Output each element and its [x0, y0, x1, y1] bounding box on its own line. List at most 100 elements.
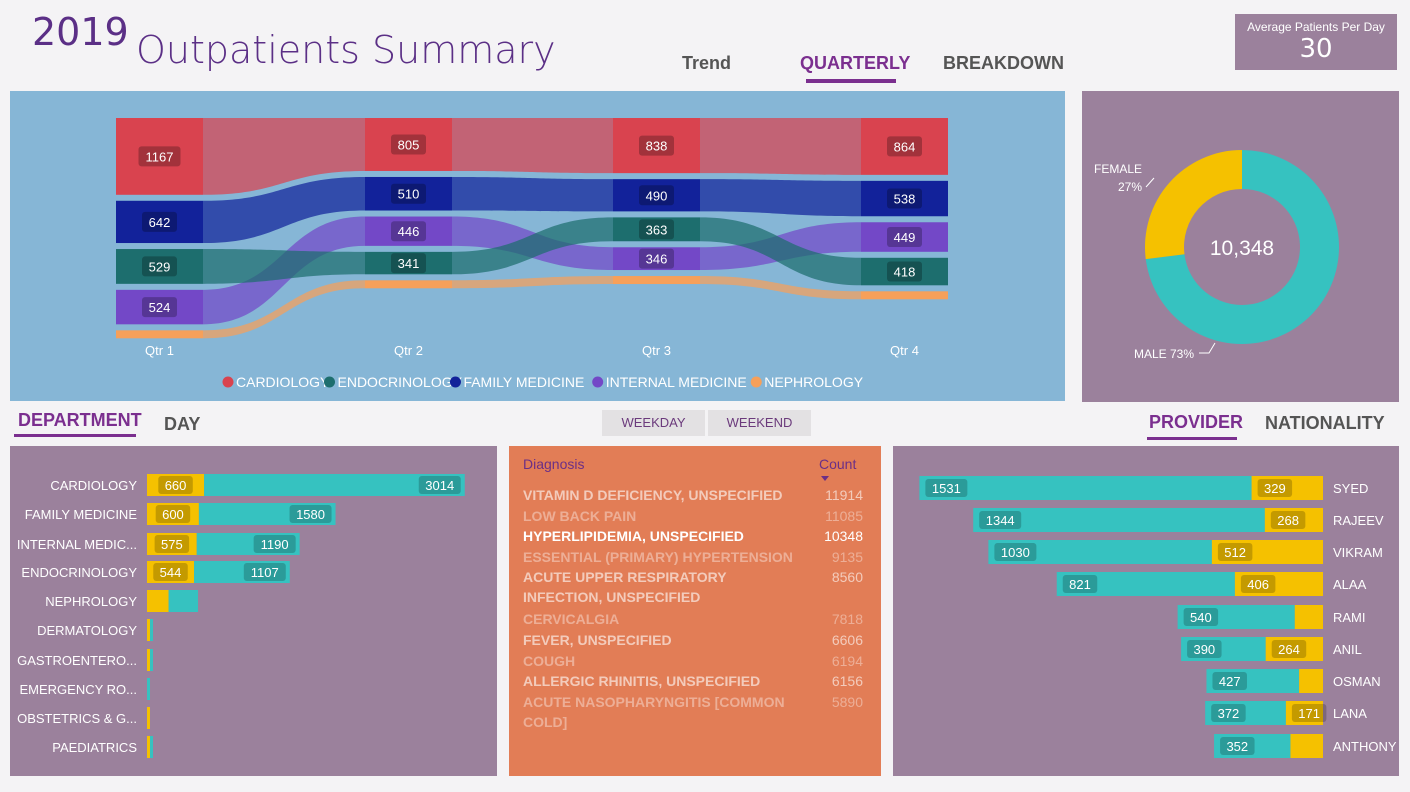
legend-marker [324, 376, 335, 388]
data-label: 838 [646, 139, 668, 154]
weekday-button[interactable]: WEEKDAY [602, 410, 705, 436]
diagnosis-count: 8560 [831, 569, 863, 585]
department-bar-chart: CARDIOLOGY 660 3014 FAMILY MEDICINE 600 1580 I… [17, 474, 465, 758]
provider-label: ANIL [1333, 642, 1362, 657]
x-tick-label: Qtr 2 [394, 343, 423, 358]
diagnosis-name: VITAMIN D DEFICIENCY, UNSPECIFIED [523, 487, 783, 503]
legend-label[interactable]: INTERNAL MEDICINE [606, 374, 747, 390]
data-label: 1167 [146, 149, 174, 164]
ribbon-flow [452, 276, 613, 289]
bar-segment[interactable] [150, 619, 154, 641]
category-label: ENDOCRINOLOGY [21, 565, 137, 580]
diagnosis-name: ACUTE UPPER RESPIRATORY INFECTION, UNSPE… [523, 569, 727, 605]
ribbon-flow [700, 118, 861, 175]
data-label: 524 [149, 300, 171, 315]
category-label: FAMILY MEDICINE [25, 507, 138, 522]
diagnosis-name: LOW BACK PAIN [523, 508, 637, 524]
data-label: 3014 [425, 478, 454, 493]
data-label: 575 [161, 537, 183, 552]
diagnosis-count: 11085 [825, 508, 863, 524]
diagnosis-name: FEVER, UNSPECIFIED [523, 632, 672, 648]
diagnosis-name: COUGH [523, 653, 576, 669]
data-label: 512 [1224, 545, 1246, 560]
provider-label: VIKRAM [1333, 545, 1383, 560]
data-label: 660 [165, 478, 187, 493]
diagnosis-name: ALLERGIC RHINITIS, UNSPECIFIED [523, 673, 761, 689]
bar-segment[interactable] [147, 678, 150, 700]
bar-segment[interactable] [1299, 669, 1323, 693]
diagnosis-count: 6606 [831, 632, 863, 648]
diagnosis-count: 6194 [831, 653, 863, 669]
data-label: 418 [894, 265, 916, 280]
ribbon-bar[interactable] [116, 330, 203, 339]
category-label: NEPHROLOGY [45, 594, 137, 609]
bar-segment[interactable] [147, 590, 169, 612]
bar-segment[interactable] [919, 476, 1252, 500]
bar-segment[interactable] [168, 590, 199, 612]
page-title: Outpatients Summary [136, 28, 556, 72]
data-label: 1531 [932, 481, 961, 496]
x-tick-label: Qtr 1 [145, 343, 174, 358]
bar-segment[interactable] [147, 707, 150, 729]
tab-provider-underline [1147, 437, 1237, 440]
category-label: INTERNAL MEDIC... [17, 537, 137, 552]
data-label: 540 [1190, 610, 1212, 625]
ribbon-flow [452, 176, 613, 212]
ribbon-bar[interactable] [365, 280, 452, 289]
provider-label: RAJEEV [1333, 513, 1384, 528]
tab-breakdown[interactable]: BREAKDOWN [943, 53, 1064, 74]
category-label: PAEDIATRICS [52, 740, 137, 755]
tab-provider[interactable]: PROVIDER [1149, 412, 1243, 433]
diagnosis-count: 11914 [825, 487, 863, 503]
leader-line [1199, 342, 1216, 354]
diagnosis-name: CERVICALGIA [523, 611, 620, 627]
bar-segment[interactable] [1294, 605, 1323, 629]
data-label: 346 [646, 252, 668, 267]
bar-segment[interactable] [147, 736, 150, 758]
diagnosis-count: 5890 [831, 694, 863, 710]
data-label: 341 [398, 256, 420, 271]
data-label: 529 [149, 259, 171, 274]
data-label: 1580 [296, 507, 325, 522]
bar-segment[interactable] [147, 619, 151, 641]
tab-department[interactable]: DEPARTMENT [18, 410, 142, 431]
bar-segment[interactable] [150, 736, 153, 758]
male-label: MALE 73% [1134, 347, 1194, 361]
legend-label[interactable]: NEPHROLOGY [764, 374, 863, 390]
data-label: 1190 [261, 537, 289, 552]
bar-segment[interactable] [147, 649, 150, 671]
provider-label: ANTHONY [1333, 739, 1397, 754]
tab-nationality[interactable]: NATIONALITY [1265, 413, 1385, 434]
diagnosis-col-header[interactable]: Diagnosis [523, 456, 584, 472]
diagnosis-count: 6156 [831, 673, 863, 689]
bar-segment[interactable] [1290, 734, 1323, 758]
donut-center-value: 10,348 [1210, 237, 1274, 260]
tab-quarterly[interactable]: QUARTERLY [800, 53, 910, 74]
data-label: 510 [398, 187, 420, 202]
provider-label: RAMI [1333, 610, 1366, 625]
leader-line [1145, 177, 1155, 188]
year-label: 2019 [32, 10, 129, 54]
data-label: 268 [1277, 513, 1299, 528]
tab-department-underline [14, 434, 136, 437]
data-label: 352 [1226, 739, 1248, 754]
bar-segment[interactable] [150, 649, 153, 671]
ribbon-flow [203, 249, 365, 284]
data-label: 544 [160, 565, 182, 580]
ribbon-bar[interactable] [613, 276, 700, 285]
ribbon-chart: 1167 529 642 524 Qtr 1 805 341 510 446 Qtr 2 838 36… [116, 118, 948, 390]
legend-label[interactable]: FAMILY MEDICINE [463, 374, 584, 390]
provider-label: OSMAN [1333, 674, 1381, 689]
data-label: 821 [1069, 577, 1091, 592]
data-label: 600 [162, 507, 184, 522]
tab-trend[interactable]: Trend [682, 53, 731, 74]
data-label: 1030 [1001, 545, 1030, 560]
ribbon-bar[interactable] [861, 291, 948, 300]
legend-label[interactable]: CARDIOLOGY [236, 374, 330, 390]
legend-label[interactable]: ENDOCRINOLOGY [338, 374, 463, 390]
tab-day[interactable]: DAY [164, 414, 200, 435]
weekend-button[interactable]: WEEKEND [708, 410, 811, 436]
data-label: 372 [1218, 706, 1240, 721]
category-label: OBSTETRICS & G... [17, 711, 137, 726]
count-col-header[interactable]: Count [819, 456, 856, 472]
